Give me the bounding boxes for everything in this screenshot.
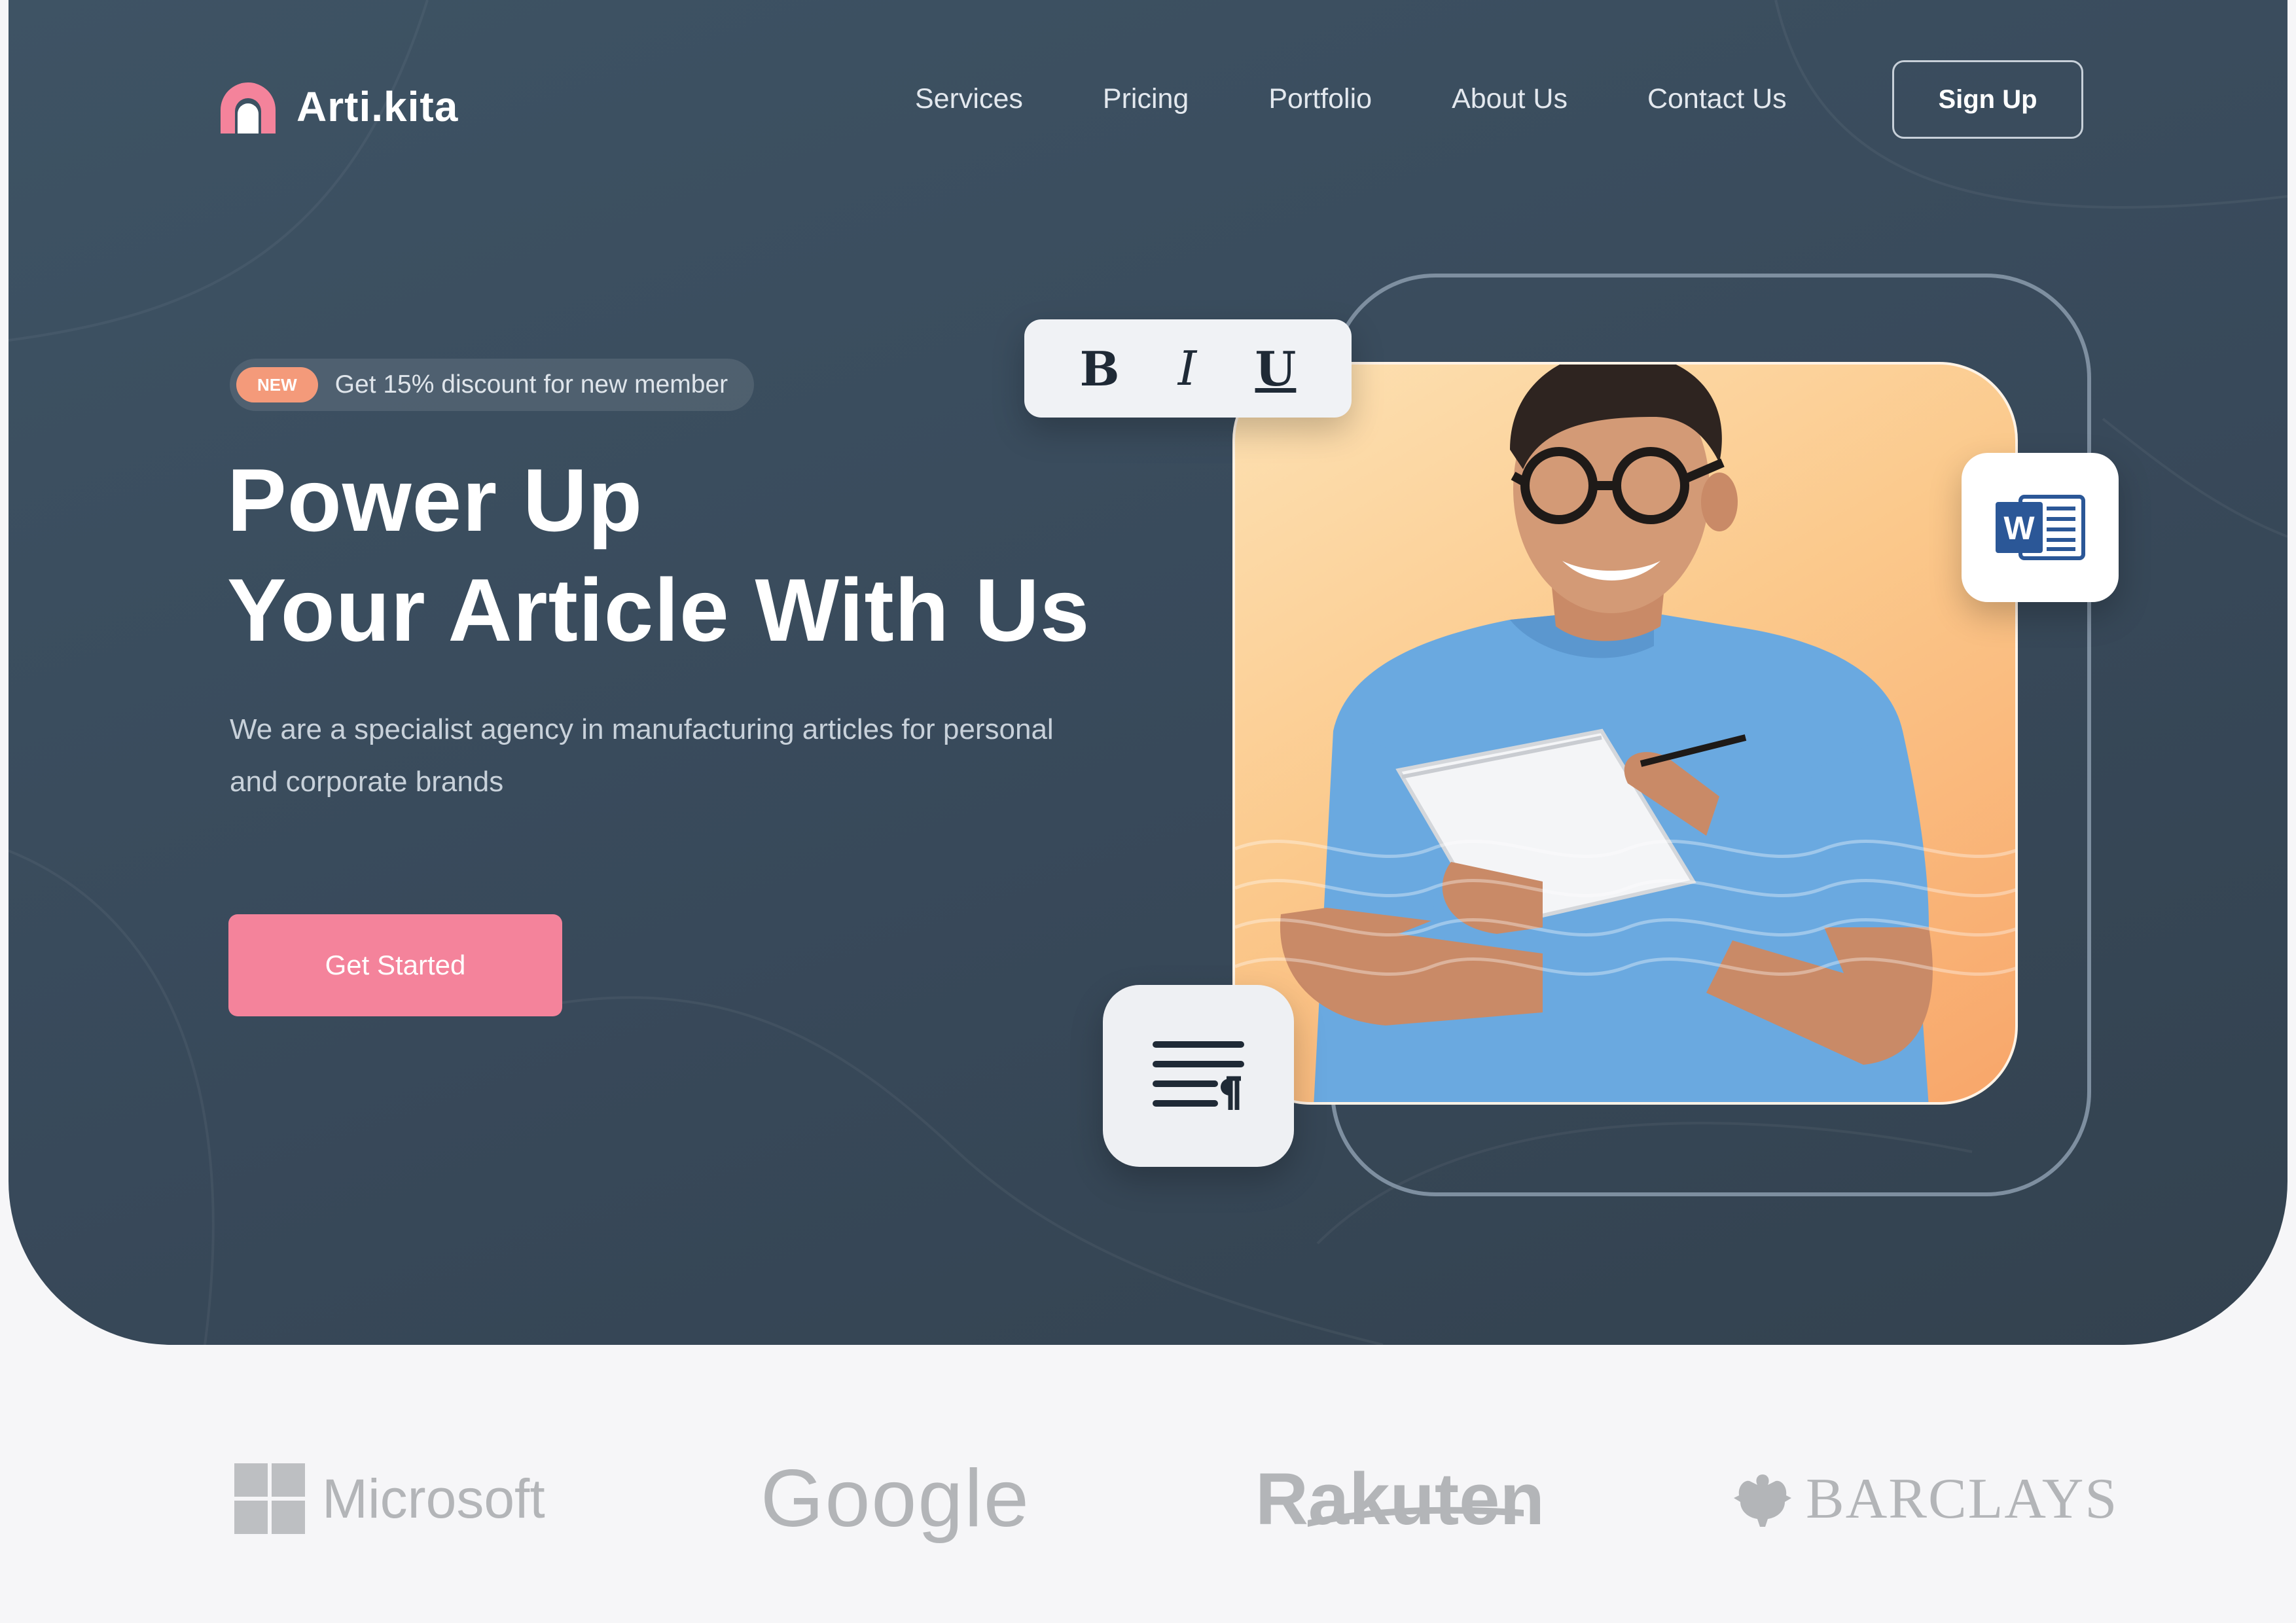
new-badge: NEW bbox=[236, 367, 318, 402]
arch-logo-icon bbox=[221, 82, 276, 134]
partner-microsoft: Microsoft bbox=[234, 1427, 545, 1571]
microsoft-word-icon: W bbox=[1996, 495, 2085, 560]
nav-link-contact-us[interactable]: Contact Us bbox=[1647, 83, 1787, 115]
promo-text: Get 15% discount for new member bbox=[334, 370, 728, 399]
paragraph-align-icon bbox=[1153, 1041, 1244, 1110]
sign-up-button[interactable]: Sign Up bbox=[1892, 60, 2083, 139]
word-letter: W bbox=[2003, 510, 2035, 546]
get-started-button[interactable]: Get Started bbox=[228, 914, 562, 1016]
hero-headline: Power Up Your Article With Us bbox=[227, 445, 1090, 665]
nav-link-services[interactable]: Services bbox=[915, 83, 1023, 115]
partner-rakuten: Rakuten bbox=[1255, 1427, 1545, 1571]
bold-format-icon[interactable]: B bbox=[1080, 341, 1120, 397]
promo-banner[interactable]: NEW Get 15% discount for new member bbox=[230, 359, 755, 411]
partner-name-barclays: BARCLAYS bbox=[1806, 1467, 2119, 1531]
brand-name: Arti.kita bbox=[296, 83, 459, 130]
hero-section: Arti.kita Services Pricing Portfolio Abo… bbox=[9, 0, 2287, 1345]
nav-link-portfolio[interactable]: Portfolio bbox=[1268, 83, 1372, 115]
headline-line-2: Your Article With Us bbox=[227, 560, 1090, 660]
landing-page: Arti.kita Services Pricing Portfolio Abo… bbox=[0, 0, 2296, 1623]
barclays-eagle-icon bbox=[1734, 1474, 1791, 1527]
partner-name-microsoft: Microsoft bbox=[322, 1467, 545, 1529]
partner-google: Google bbox=[761, 1427, 1030, 1571]
paragraph-chip bbox=[1103, 985, 1294, 1167]
hero-photo bbox=[1232, 362, 2018, 1105]
underline-format-icon[interactable]: U bbox=[1255, 341, 1297, 397]
nav-link-pricing[interactable]: Pricing bbox=[1103, 83, 1189, 115]
italic-format-icon[interactable]: I bbox=[1178, 341, 1196, 396]
microsoft-logo-icon bbox=[234, 1463, 305, 1534]
brand-logo[interactable]: Arti.kita bbox=[218, 71, 458, 143]
headline-line-1: Power Up bbox=[227, 450, 643, 550]
nav-link-about-us[interactable]: About Us bbox=[1452, 83, 1568, 115]
main-navigation: Services Pricing Portfolio About Us Cont… bbox=[915, 77, 1867, 120]
partner-name-google: Google bbox=[761, 1454, 1030, 1544]
rakuten-swoosh-icon bbox=[1308, 1507, 1524, 1527]
word-app-chip: W bbox=[1962, 453, 2119, 602]
person-writing-illustration bbox=[1235, 365, 2015, 1102]
partner-logos: Microsoft Google Rakuten BARCLAYS bbox=[0, 1427, 2296, 1571]
partner-barclays: BARCLAYS bbox=[1731, 1427, 2118, 1571]
text-format-toolbar: B I U bbox=[1024, 319, 1352, 418]
hero-subtext: We are a specialist agency in manufactur… bbox=[230, 713, 1054, 798]
